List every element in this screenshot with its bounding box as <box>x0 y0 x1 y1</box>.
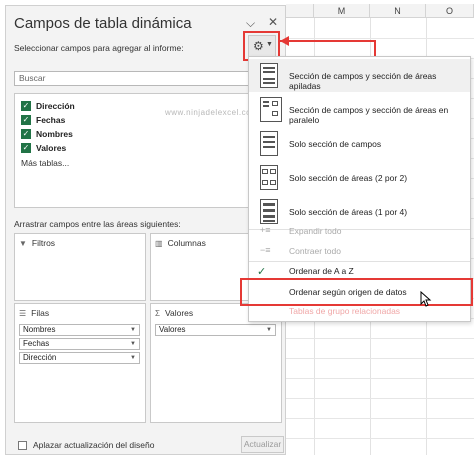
checkbox-checked-icon[interactable]: ✓ <box>21 101 31 111</box>
menu-item-label: Solo sección de áreas (2 por 2) <box>289 173 408 183</box>
pivot-field-list-panel: Campos de tabla dinámica ⌵ ✕ Seleccionar… <box>5 5 286 455</box>
filters-area[interactable]: ▼ Filtros <box>14 233 146 301</box>
defer-checkbox[interactable] <box>18 440 27 450</box>
search-input[interactable]: Buscar <box>14 71 282 86</box>
filter-icon: ▼ <box>19 238 27 248</box>
arrow-tail-icon <box>280 36 289 46</box>
checkbox-checked-icon[interactable]: ✓ <box>21 129 31 139</box>
sigma-icon: Σ <box>155 308 160 318</box>
defer-label: Aplazar actualización del diseño <box>33 440 155 450</box>
pill-label: Valores <box>159 325 186 334</box>
field-label: Nombres <box>36 129 73 139</box>
choose-fields-label: Seleccionar campos para agregar al infor… <box>14 43 184 53</box>
columns-area-label: Columnas <box>167 238 206 248</box>
gridline <box>286 438 474 439</box>
rows-area-header: ☰ Filas <box>19 308 49 318</box>
field-label: Fechas <box>36 115 66 125</box>
gridline <box>286 378 474 379</box>
expand-icon: +≡ <box>260 225 271 235</box>
layout-stacked-icon <box>260 63 278 88</box>
rows-area-label: Filas <box>31 308 50 318</box>
field-item-nombres[interactable]: ✓ Nombres <box>21 128 73 140</box>
menu-item-label: Contraer todo <box>289 246 341 256</box>
layout-areas-1x4-icon <box>260 199 278 224</box>
arrow-line <box>280 40 376 42</box>
gridline <box>286 358 474 359</box>
rows-field-pill[interactable]: Nombres ▼ <box>19 324 140 336</box>
close-icon[interactable]: ✕ <box>268 15 278 29</box>
gridline <box>286 338 474 339</box>
watermark: www.ninjadelexcel.com <box>165 108 259 117</box>
pill-label: Nombres <box>23 325 56 334</box>
values-area-label: Valores <box>164 308 194 318</box>
rows-icon: ☰ <box>19 308 27 318</box>
checkbox-checked-icon[interactable]: ✓ <box>21 143 31 153</box>
field-label: Dirección <box>36 101 75 111</box>
gridline <box>286 418 474 419</box>
rows-area[interactable]: ☰ Filas Nombres ▼ Fechas ▼ Dirección ▼ <box>14 303 146 423</box>
check-icon: ✓ <box>257 266 267 278</box>
menu-item-label: Ordenar de A a Z <box>289 266 354 276</box>
gridline <box>286 398 474 399</box>
column-header-m[interactable]: M <box>314 4 370 18</box>
chevron-down-icon[interactable]: ▼ <box>266 325 272 335</box>
chevron-down-icon[interactable]: ⌵ <box>246 16 255 31</box>
values-field-pill[interactable]: Valores ▼ <box>155 324 276 336</box>
chevron-down-icon[interactable]: ▼ <box>130 339 136 349</box>
collapse-icon: −≡ <box>260 245 271 255</box>
menu-item-label: Solo sección de campos <box>289 139 382 149</box>
menu-item-label: Expandir todo <box>289 226 342 236</box>
field-item-valores[interactable]: ✓ Valores <box>21 142 66 154</box>
pill-label: Dirección <box>23 353 57 362</box>
values-area-header: Σ Valores <box>155 308 193 318</box>
highlight-box-sort-source <box>240 278 473 306</box>
gridline <box>286 38 474 39</box>
menu-item-layout-stacked[interactable]: Sección de campos y sección de áreas api… <box>249 59 470 92</box>
field-list: ✓ Dirección ✓ Fechas ✓ Nombres ✓ Valores… <box>14 93 282 208</box>
more-tables-link[interactable]: Más tablas... <box>21 158 69 168</box>
menu-item-label: Sección de campos y sección de áreas api… <box>289 71 437 91</box>
column-header-row: M N O <box>286 4 474 18</box>
menu-item-expand-all: +≡ Expandir todo <box>249 222 470 240</box>
column-header-o[interactable]: O <box>426 4 474 18</box>
layout-fields-only-icon <box>260 131 278 156</box>
update-button[interactable]: Actualizar <box>241 436 284 453</box>
column-header-n[interactable]: N <box>370 4 426 18</box>
field-label: Valores <box>36 143 67 153</box>
menu-item-collapse-all: −≡ Contraer todo <box>249 242 470 260</box>
field-item-fechas[interactable]: ✓ Fechas <box>21 114 65 126</box>
filters-area-header: ▼ Filtros <box>19 238 55 248</box>
rows-field-pill[interactable]: Fechas ▼ <box>19 338 140 350</box>
menu-item-label: Solo sección de áreas (1 por 4) <box>289 207 408 217</box>
menu-item-layout-side-by-side[interactable]: Sección de campos y sección de áreas en … <box>249 93 470 126</box>
defer-layout-update[interactable]: Aplazar actualización del diseño <box>18 440 154 450</box>
columns-icon: ▥ <box>155 238 163 248</box>
pill-label: Fechas <box>23 339 50 348</box>
drag-areas-label: Arrastrar campos entre las áreas siguien… <box>14 219 181 229</box>
panel-title: Campos de tabla dinámica <box>14 15 192 32</box>
layout-areas-2x2-icon <box>260 165 278 190</box>
filters-area-label: Filtros <box>31 238 56 248</box>
menu-item-layout-areas-2x2[interactable]: Solo sección de áreas (2 por 2) <box>249 161 470 194</box>
menu-item-layout-fields-only[interactable]: Solo sección de campos <box>249 127 470 160</box>
field-item-direccion[interactable]: ✓ Dirección <box>21 100 75 112</box>
mouse-cursor-icon <box>420 291 432 307</box>
chevron-down-icon[interactable]: ▼ <box>130 353 136 363</box>
column-header-partial <box>286 4 314 18</box>
menu-item-label: Tablas de grupo relacionadas <box>289 306 401 316</box>
checkbox-checked-icon[interactable]: ✓ <box>21 115 31 125</box>
chevron-down-icon[interactable]: ▼ <box>130 325 136 335</box>
layout-side-by-side-icon <box>260 97 282 122</box>
menu-item-label: Sección de campos y sección de áreas en … <box>289 105 449 125</box>
columns-area-header: ▥ Columnas <box>155 238 206 248</box>
rows-field-pill[interactable]: Dirección ▼ <box>19 352 140 364</box>
